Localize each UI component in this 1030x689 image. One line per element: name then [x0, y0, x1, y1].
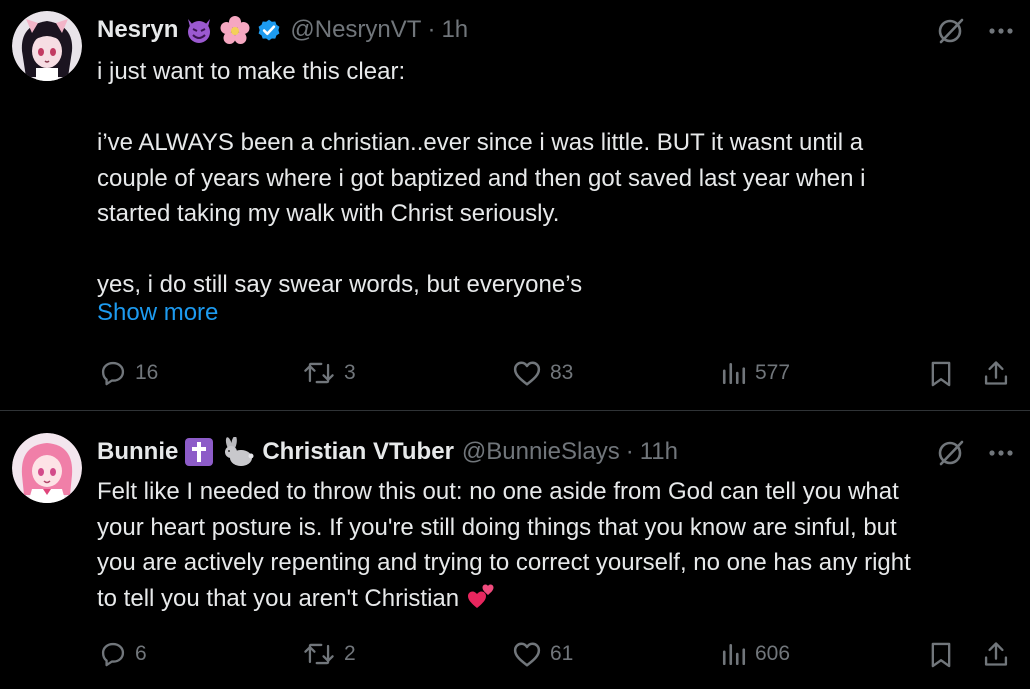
grok-icon[interactable] — [936, 438, 966, 468]
display-name[interactable]: Bunnie — [97, 438, 178, 466]
repost-icon — [304, 362, 334, 384]
like-button[interactable]: 83 — [512, 359, 573, 387]
like-count: 83 — [550, 361, 574, 384]
latin-cross-icon — [184, 437, 214, 467]
repost-icon — [304, 643, 334, 665]
heart-icon — [513, 642, 541, 667]
views-button[interactable]: 606 — [721, 640, 790, 668]
bookmark-button[interactable] — [928, 641, 954, 669]
avatar[interactable] — [12, 433, 82, 503]
user-handle[interactable]: @BunnieSlays — [462, 438, 620, 466]
post-time[interactable]: 1h — [441, 16, 468, 44]
rabbit-icon — [220, 437, 254, 467]
post-bunnie[interactable]: Bunnie Christian VTuber @BunnieSlays · 1… — [0, 411, 1030, 689]
reply-icon — [101, 642, 125, 667]
grok-icon[interactable] — [936, 16, 966, 46]
reply-button[interactable]: 6 — [99, 640, 147, 668]
reply-button[interactable]: 16 — [99, 359, 158, 387]
heart-icon — [513, 361, 541, 386]
like-count: 61 — [550, 642, 574, 665]
reply-count: 16 — [135, 361, 159, 384]
like-button[interactable]: 61 — [512, 640, 573, 668]
more-options-icon[interactable] — [988, 18, 1014, 44]
repost-button[interactable]: 3 — [302, 359, 356, 387]
post-text-content: Felt like I needed to throw this out: no… — [97, 478, 911, 612]
bookmark-icon — [931, 361, 951, 387]
repost-button[interactable]: 2 — [302, 640, 356, 668]
separator-dot: · — [427, 16, 436, 43]
post-top-actions — [936, 16, 1014, 46]
share-icon — [984, 361, 1008, 385]
reply-icon — [101, 361, 125, 386]
two-hearts-icon — [466, 582, 496, 610]
post-header: Bunnie Christian VTuber @BunnieSlays · 1… — [97, 435, 678, 469]
display-name[interactable]: Nesryn — [97, 16, 178, 44]
verified-badge-icon[interactable] — [256, 17, 282, 43]
repost-count: 3 — [344, 361, 356, 384]
user-handle[interactable]: @NesrynVT — [290, 16, 421, 44]
bookmark-button[interactable] — [928, 360, 954, 388]
display-name-suffix[interactable]: Christian VTuber — [262, 438, 454, 466]
share-button[interactable] — [982, 640, 1010, 668]
smiling-devil-icon — [184, 15, 214, 45]
view-count: 577 — [755, 361, 791, 384]
views-button[interactable]: 577 — [721, 359, 790, 387]
analytics-icon — [722, 363, 746, 385]
avatar[interactable] — [12, 11, 82, 81]
post-text: i just want to make this clear: i’ve ALW… — [97, 58, 866, 298]
reply-count: 6 — [135, 642, 147, 665]
post-top-actions — [936, 438, 1014, 468]
cherry-blossom-icon — [220, 15, 250, 45]
post-nesryn[interactable]: Nesryn @NesrynVT · 1h i just want to mak… — [0, 0, 1030, 411]
repost-count: 2 — [344, 642, 356, 665]
more-options-icon[interactable] — [988, 440, 1014, 466]
show-more-link[interactable]: Show more — [97, 299, 218, 327]
post-header: Nesryn @NesrynVT · 1h — [97, 13, 468, 47]
analytics-icon — [722, 644, 746, 666]
share-icon — [984, 642, 1008, 666]
view-count: 606 — [755, 642, 791, 665]
share-button[interactable] — [982, 359, 1010, 387]
separator-dot: · — [625, 438, 634, 465]
post-time[interactable]: 11h — [640, 438, 678, 466]
post-text: Felt like I needed to throw this out: no… — [97, 474, 1012, 616]
bookmark-icon — [931, 642, 951, 668]
